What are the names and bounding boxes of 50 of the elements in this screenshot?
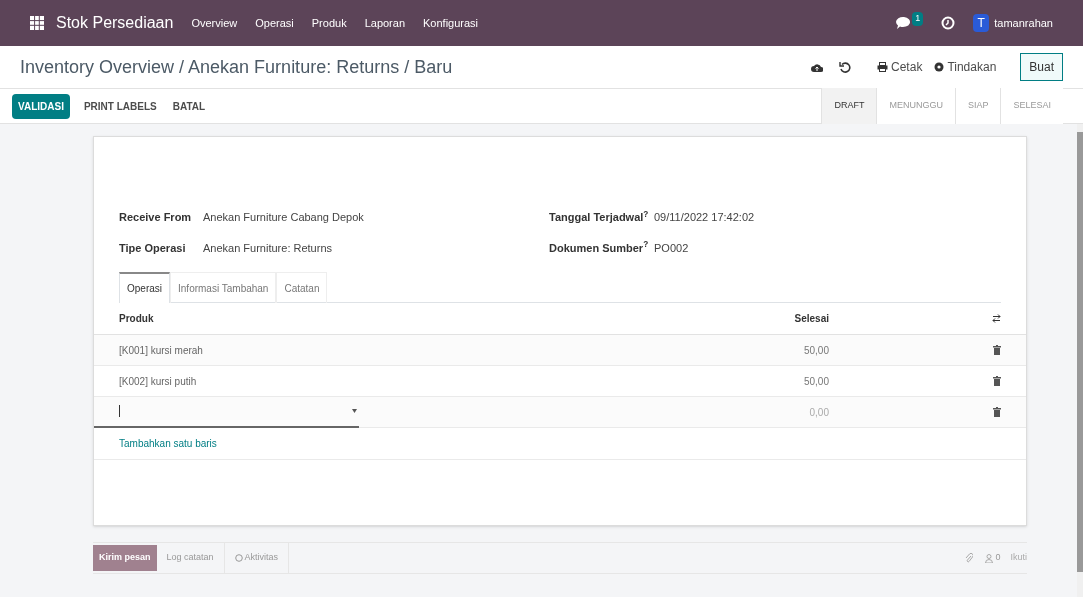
field-label: Receive From: [119, 210, 193, 225]
field-label: Tipe Operasi: [119, 240, 187, 256]
printer-icon: [877, 62, 889, 72]
caret-icon: [352, 409, 357, 413]
action-button[interactable]: PRINT LABELS: [83, 98, 157, 114]
product-cell[interactable]: [K001] kursi merah: [119, 342, 529, 358]
trash-icon: [993, 376, 1001, 386]
column-header: Produk: [119, 312, 155, 326]
undo-icon: [839, 61, 852, 73]
breadcrumb: Inventory Overview / Anekan Furniture: Returns / Baru: [20, 55, 453, 79]
tab[interactable]: Operasi: [119, 272, 170, 303]
product-cell[interactable]: [K002] kursi putih: [119, 373, 529, 389]
field-value[interactable]: 09/11/2022 17:42:02: [654, 209, 755, 226]
user-name[interactable]: tamanrahan: [994, 14, 1053, 32]
trash-icon: [993, 407, 1001, 417]
tab[interactable]: Informasi Tambahan: [170, 272, 277, 303]
person-icon: [985, 553, 994, 563]
quantity-cell[interactable]: 50,00: [529, 373, 829, 389]
quantity-cell[interactable]: 50,00: [529, 342, 829, 358]
app-name[interactable]: Stok Persediaan: [56, 11, 174, 35]
field-label: Tanggal Terjadwal$^{?}$: [549, 209, 650, 225]
validate-button[interactable]: VALIDASI: [12, 93, 70, 119]
menu-item[interactable]: Overview: [191, 14, 238, 32]
chat-icon: [895, 16, 912, 30]
action-button[interactable]: BATAL: [172, 98, 206, 114]
clock-icon: [941, 16, 956, 30]
menu-item[interactable]: Produk: [311, 14, 347, 32]
menu-item[interactable]: Konfigurasi: [423, 14, 479, 32]
column-header: Selesai: [793, 312, 829, 326]
trash-icon: [993, 345, 1001, 355]
add-line-link[interactable]: Tambahkan satu baris: [119, 436, 217, 451]
user-avatar[interactable]: T: [973, 14, 990, 32]
create-button[interactable]: Buat: [1020, 53, 1063, 81]
message-count-badge: 1: [912, 12, 924, 26]
gear-icon: [934, 62, 945, 72]
tab[interactable]: Catatan: [276, 272, 328, 303]
menu-item[interactable]: Laporan: [364, 14, 405, 32]
apps-grid-icon: [30, 16, 44, 30]
print-button[interactable]: Cetak: [877, 58, 923, 76]
clock-icon: [234, 554, 243, 562]
column-toggle-icon: [992, 314, 1001, 323]
status-stage[interactable]: DRAFT: [821, 88, 877, 124]
field-value[interactable]: Anekan Furniture: Returns: [203, 239, 332, 256]
field-value[interactable]: Anekan Furniture Cabang Depok: [203, 209, 364, 226]
paperclip-icon: [965, 553, 974, 563]
action-button[interactable]: Tindakan: [934, 58, 997, 76]
menu-item[interactable]: Operasi: [255, 14, 294, 32]
field-value[interactable]: PO002: [654, 239, 689, 256]
field-label: Dokumen Sumber$^{?}$: [549, 239, 650, 256]
cloud-upload-icon: [811, 61, 824, 73]
